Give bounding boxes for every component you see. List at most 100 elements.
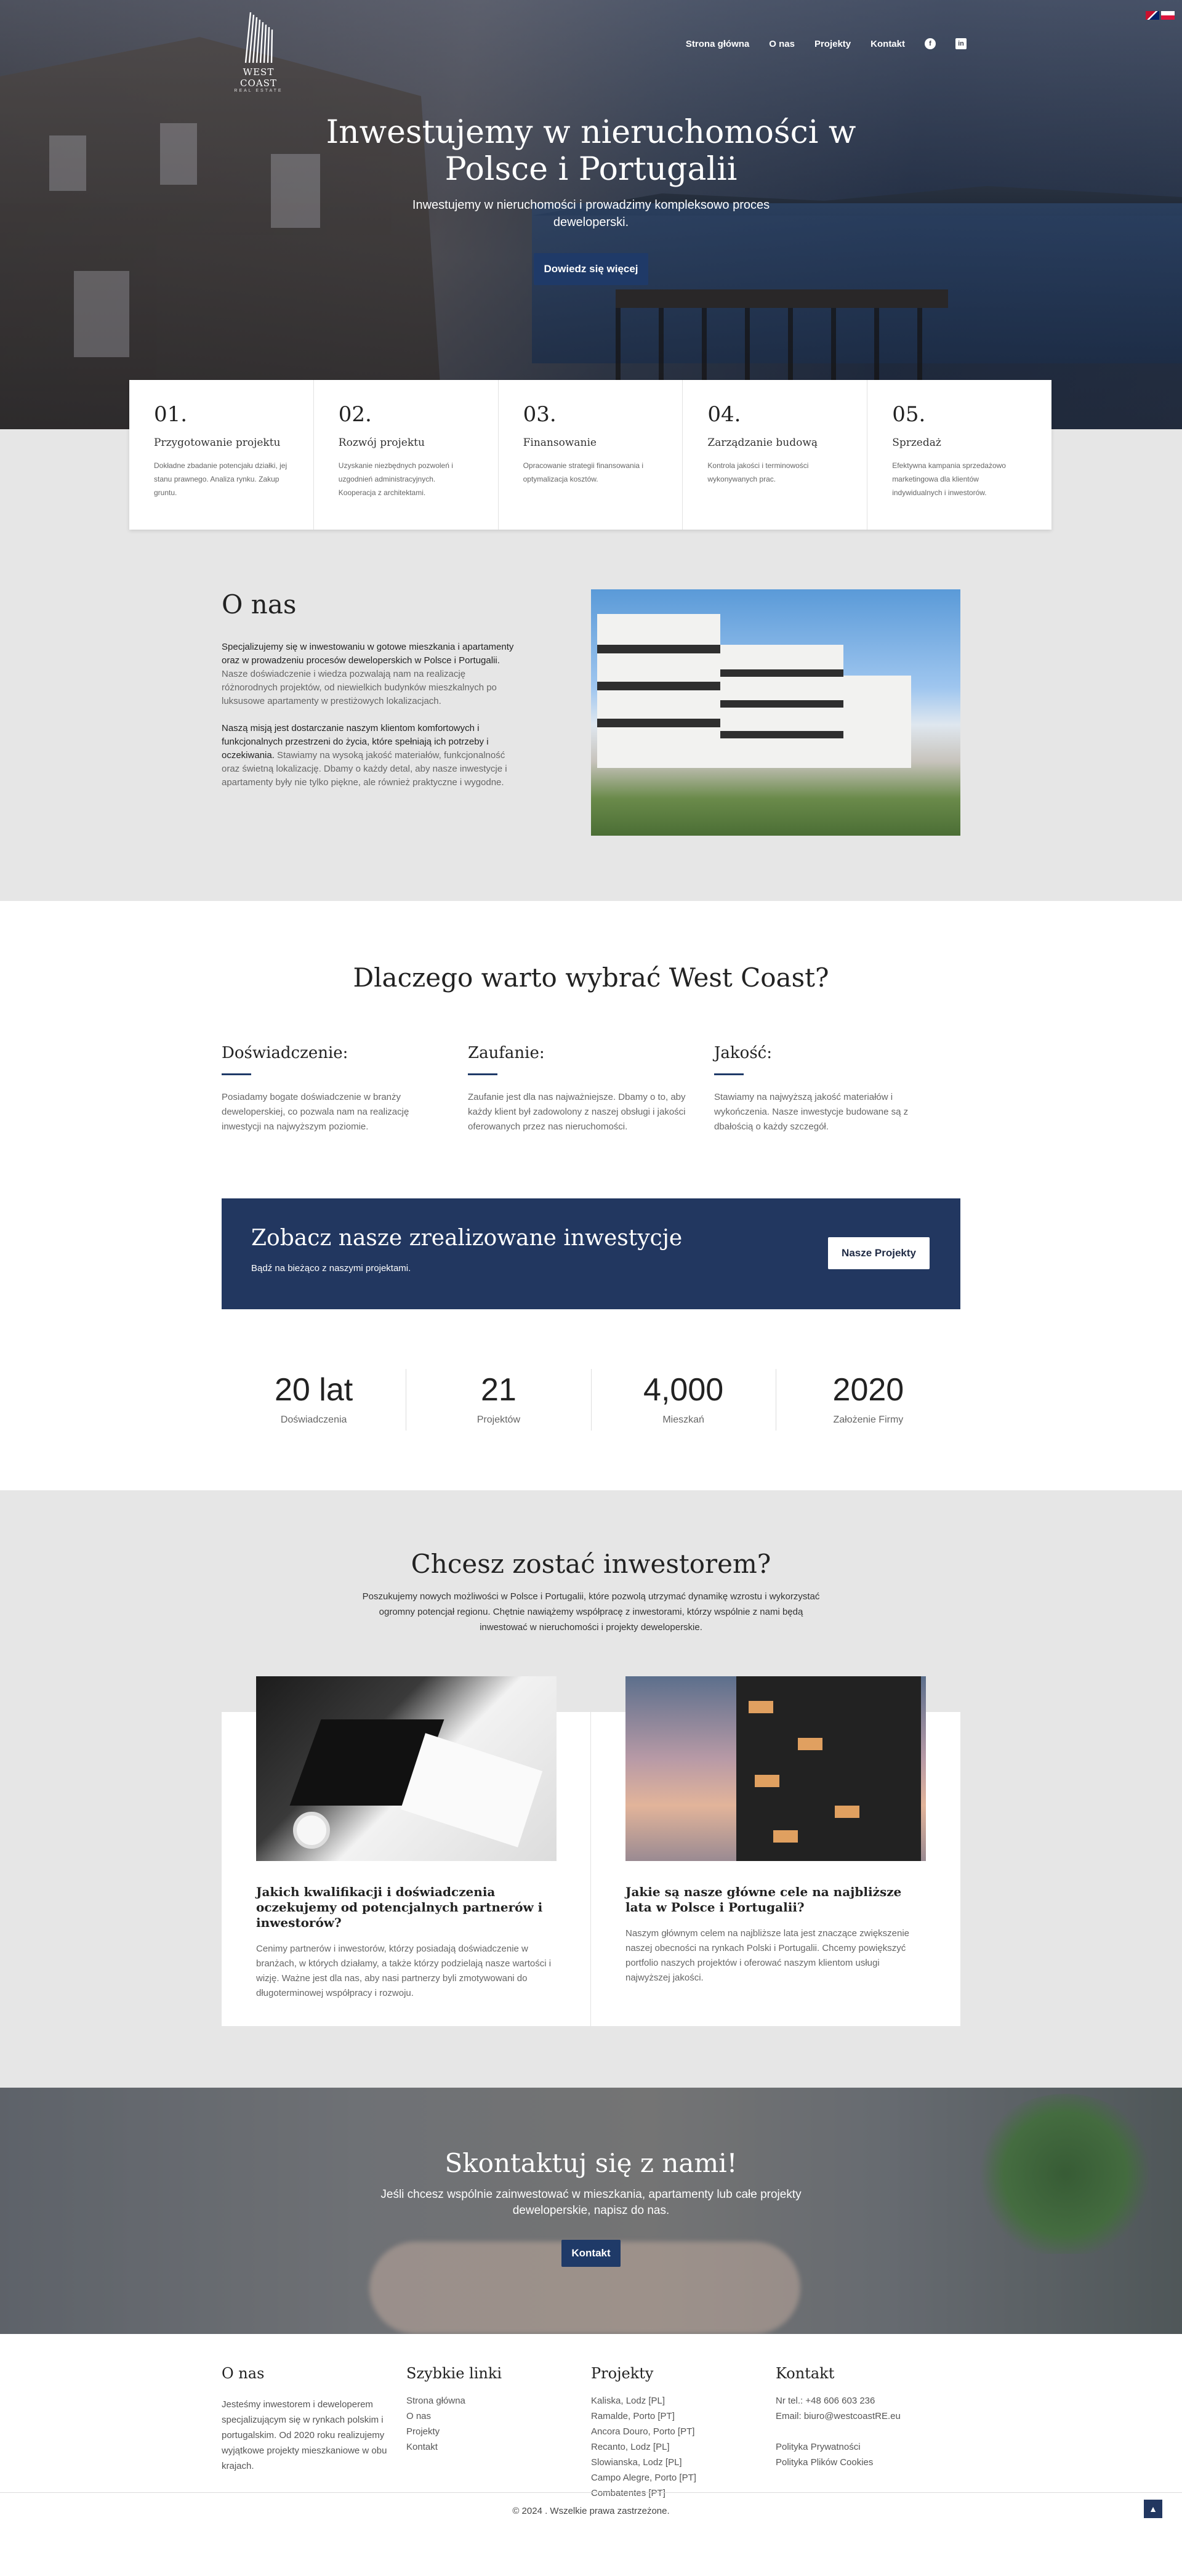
learn-more-button[interactable]: Dowiedz się więcej bbox=[534, 253, 648, 285]
logo[interactable]: WEST COAST REAL ESTATE bbox=[225, 9, 292, 93]
about-paragraph-lead: Specjalizujemy się w inwestowaniu w goto… bbox=[222, 642, 514, 666]
language-switcher bbox=[1146, 11, 1175, 20]
investor-card-text: Cenimy partnerów i inwestorów, którzy po… bbox=[256, 1944, 552, 1998]
investor-card: Jakich kwalifikacji i doświadczenia ocze… bbox=[222, 1676, 591, 2026]
investor-card: Jakie są nasze główne cele na najbliższe… bbox=[591, 1676, 960, 2026]
service-number: 03. bbox=[523, 402, 557, 427]
about-paragraph: Specjalizujemy się w inwestowaniu w goto… bbox=[222, 640, 517, 708]
why-item-text: Stawiamy na najwyższą jakość materiałów … bbox=[714, 1092, 909, 1132]
privacy-policy-link[interactable]: Polityka Prywatności bbox=[776, 2439, 960, 2455]
why-item: Jakość: Stawiamy na najwyższą jakość mat… bbox=[714, 1044, 960, 1134]
facebook-icon[interactable]: f bbox=[925, 38, 936, 49]
footer-project-link[interactable]: Campo Alegre, Porto [PT] bbox=[591, 2470, 776, 2485]
hero-section: WEST COAST REAL ESTATE Strona główna O n… bbox=[0, 0, 1182, 429]
investor-subtitle: Poszukujemy nowych możliwości w Polsce i… bbox=[362, 1591, 820, 1633]
footer-link-contact[interactable]: Kontakt bbox=[406, 2439, 591, 2455]
footer-project-link[interactable]: Kaliska, Lodz [PL] bbox=[591, 2393, 776, 2408]
service-text: Dokładne zbadanie potencjału działki, je… bbox=[154, 461, 287, 497]
hero-subtitle: Inwestujemy w nieruchomości i prowadzimy… bbox=[412, 198, 770, 229]
footer-heading: Kontakt bbox=[776, 2365, 835, 2382]
service-number: 04. bbox=[707, 402, 741, 427]
contact-text: Jeśli chcesz wspólnie zainwestować w mie… bbox=[380, 2188, 802, 2217]
stat-label: Projektów bbox=[476, 1415, 520, 1425]
footer-email[interactable]: Email: biuro@westcoastRE.eu bbox=[776, 2408, 960, 2424]
tower-building-image bbox=[625, 1676, 926, 1861]
service-card: 01. Przygotowanie projektu Dokładne zbad… bbox=[129, 380, 314, 530]
investor-section: Chcesz zostać inwestorem? Poszukujemy no… bbox=[0, 1490, 1182, 2088]
accent-bar bbox=[468, 1073, 497, 1075]
service-title: Rozwój projektu bbox=[338, 437, 425, 449]
menu: Strona główna O nas Projekty Kontakt f i… bbox=[686, 38, 967, 49]
why-item-title: Doświadczenie: bbox=[222, 1044, 348, 1062]
service-card: 02. Rozwój projektu Uzyskanie niezbędnyc… bbox=[314, 380, 499, 530]
why-item: Doświadczenie: Posiadamy bogate doświadc… bbox=[222, 1044, 468, 1134]
why-item-title: Zaufanie: bbox=[468, 1044, 545, 1062]
stat-value: 2020 bbox=[832, 1372, 904, 1408]
nav-link-contact[interactable]: Kontakt bbox=[870, 39, 905, 49]
footer-columns: O nas Jesteśmy inwestorem i deweloperem … bbox=[222, 2365, 960, 2501]
about-paragraph: Naszą misją jest dostarczanie naszym kli… bbox=[222, 722, 517, 789]
logo-building-icon bbox=[244, 12, 273, 63]
stat-item: 4,000 Mieszkań bbox=[592, 1369, 776, 1431]
cta-title: Zobacz nasze zrealizowane inwestycje bbox=[251, 1225, 683, 1251]
stat-value: 4,000 bbox=[643, 1372, 724, 1408]
contact-button[interactable]: Kontakt bbox=[561, 2240, 621, 2267]
why-title: Dlaczego warto wybrać West Coast? bbox=[353, 963, 829, 993]
stat-value: 20 lat bbox=[275, 1372, 353, 1408]
footer-project-link[interactable]: Ancora Douro, Porto [PT] bbox=[591, 2424, 776, 2439]
footer-project-link[interactable]: Ramalde, Porto [PT] bbox=[591, 2408, 776, 2424]
investor-cards: Jakich kwalifikacji i doświadczenia ocze… bbox=[222, 1676, 960, 2026]
scroll-to-top-icon[interactable]: ▲ bbox=[1144, 2500, 1162, 2518]
service-text: Efektywna kampania sprzedażowo marketing… bbox=[892, 461, 1006, 497]
stat-label: Doświadczenia bbox=[280, 1415, 347, 1425]
stat-label: Założenie Firmy bbox=[833, 1415, 904, 1425]
stat-item: 20 lat Doświadczenia bbox=[222, 1369, 407, 1431]
main-nav: WEST COAST REAL ESTATE Strona główna O n… bbox=[0, 0, 1182, 93]
hero-content: Inwestujemy w nieruchomości w Polsce i P… bbox=[0, 114, 1182, 285]
contact-title: Skontaktuj się z nami! bbox=[444, 2148, 738, 2178]
footer-about-text: Jesteśmy inwestorem i deweloperem specja… bbox=[222, 2399, 387, 2471]
about-block: O nas Specjalizujemy się w inwestowaniu … bbox=[222, 589, 960, 836]
footer-projects: Projekty Kaliska, Lodz [PL] Ramalde, Por… bbox=[591, 2365, 776, 2501]
investor-title: Chcesz zostać inwestorem? bbox=[411, 1549, 771, 1579]
accent-bar bbox=[714, 1073, 744, 1075]
nav-link-about[interactable]: O nas bbox=[769, 39, 795, 49]
footer-heading: Szybkie linki bbox=[406, 2365, 502, 2382]
accent-bar bbox=[222, 1073, 251, 1075]
copyright: © 2024 . Wszelkie prawa zastrzeżone. bbox=[0, 2492, 1182, 2529]
logo-subtitle: REAL ESTATE bbox=[234, 89, 283, 93]
investor-card-title: Jakie są nasze główne cele na najbliższe… bbox=[625, 1884, 902, 1915]
services-about-section: 01. Przygotowanie projektu Dokładne zbad… bbox=[0, 380, 1182, 901]
investor-card-text: Naszym głównym celem na najbliższe lata … bbox=[625, 1928, 910, 1983]
linkedin-icon[interactable]: in bbox=[955, 38, 967, 49]
service-number: 01. bbox=[154, 402, 188, 427]
footer-project-link[interactable]: Recanto, Lodz [PL] bbox=[591, 2439, 776, 2455]
service-text: Uzyskanie niezbędnych pozwoleń i uzgodni… bbox=[338, 461, 453, 497]
stats: 20 lat Doświadczenia 21 Projektów 4,000 … bbox=[222, 1369, 960, 1431]
service-number: 05. bbox=[892, 402, 926, 427]
why-item: Zaufanie: Zaufanie jest dla nas najważni… bbox=[468, 1044, 714, 1134]
footer-link-about[interactable]: O nas bbox=[406, 2408, 591, 2424]
nav-link-projects[interactable]: Projekty bbox=[814, 39, 851, 49]
service-title: Zarządzanie budową bbox=[707, 437, 818, 449]
cookies-policy-link[interactable]: Polityka Plików Cookies bbox=[776, 2455, 960, 2470]
nav-link-home[interactable]: Strona główna bbox=[686, 39, 749, 49]
footer-link-home[interactable]: Strona główna bbox=[406, 2393, 591, 2408]
uk-flag-icon[interactable] bbox=[1146, 11, 1159, 20]
footer-heading: O nas bbox=[222, 2365, 265, 2382]
footer-phone[interactable]: Nr tel.: +48 606 603 236 bbox=[776, 2393, 960, 2408]
projects-cta: Zobacz nasze zrealizowane inwestycje Bąd… bbox=[222, 1198, 960, 1309]
pl-flag-icon[interactable] bbox=[1161, 11, 1175, 20]
footer-heading: Projekty bbox=[591, 2365, 654, 2382]
about-title: O nas bbox=[222, 589, 297, 620]
our-projects-button[interactable]: Nasze Projekty bbox=[828, 1237, 930, 1269]
services-cards: 01. Przygotowanie projektu Dokładne zbad… bbox=[129, 380, 1051, 530]
why-section: Dlaczego warto wybrać West Coast? Doświa… bbox=[0, 901, 1182, 1490]
why-columns: Doświadczenie: Posiadamy bogate doświadc… bbox=[222, 1044, 960, 1134]
footer-project-link[interactable]: Slowianska, Lodz [PL] bbox=[591, 2455, 776, 2470]
why-item-title: Jakość: bbox=[714, 1044, 772, 1062]
footer-link-projects[interactable]: Projekty bbox=[406, 2424, 591, 2439]
cta-subtitle: Bądź na bieżąco z naszymi projektami. bbox=[251, 1263, 411, 1274]
hero-title: Inwestujemy w nieruchomości w Polsce i P… bbox=[326, 114, 856, 188]
why-item-text: Posiadamy bogate doświadczenie w branży … bbox=[222, 1092, 409, 1132]
